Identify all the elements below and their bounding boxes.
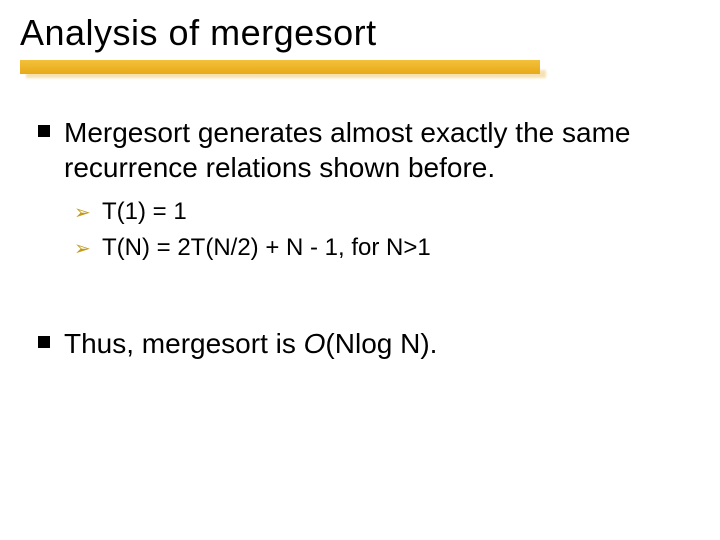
slide-body: Mergesort generates almost exactly the s… xyxy=(34,115,674,371)
sub-bullet-1: ➢ T(1) = 1 xyxy=(74,195,674,229)
chevron-right-icon: ➢ xyxy=(74,235,91,263)
slide-title: Analysis of mergesort xyxy=(20,12,700,54)
bullet-2-suffix: (Nlog N). xyxy=(325,328,437,359)
bullet-1-text: Mergesort generates almost exactly the s… xyxy=(64,117,630,183)
chevron-right-icon: ➢ xyxy=(74,199,91,227)
square-bullet-icon xyxy=(38,336,50,348)
square-bullet-icon xyxy=(38,125,50,137)
sub-bullet-2: ➢ T(N) = 2T(N/2) + N - 1, for N>1 xyxy=(74,231,674,265)
bullet-2-prefix: Thus, mergesort is xyxy=(64,328,304,359)
title-underline xyxy=(20,60,540,78)
slide: Analysis of mergesort Mergesort generate… xyxy=(0,0,720,540)
bullet-2: Thus, mergesort is O(Nlog N). xyxy=(34,326,674,361)
sub-bullet-2-text: T(N) = 2T(N/2) + N - 1, for N>1 xyxy=(102,234,431,261)
spacer xyxy=(34,266,674,326)
bullet-2-italic: O xyxy=(304,328,326,359)
bullet-1: Mergesort generates almost exactly the s… xyxy=(34,115,674,185)
title-block: Analysis of mergesort xyxy=(20,12,700,78)
sub-bullet-1-text: T(1) = 1 xyxy=(102,198,187,225)
